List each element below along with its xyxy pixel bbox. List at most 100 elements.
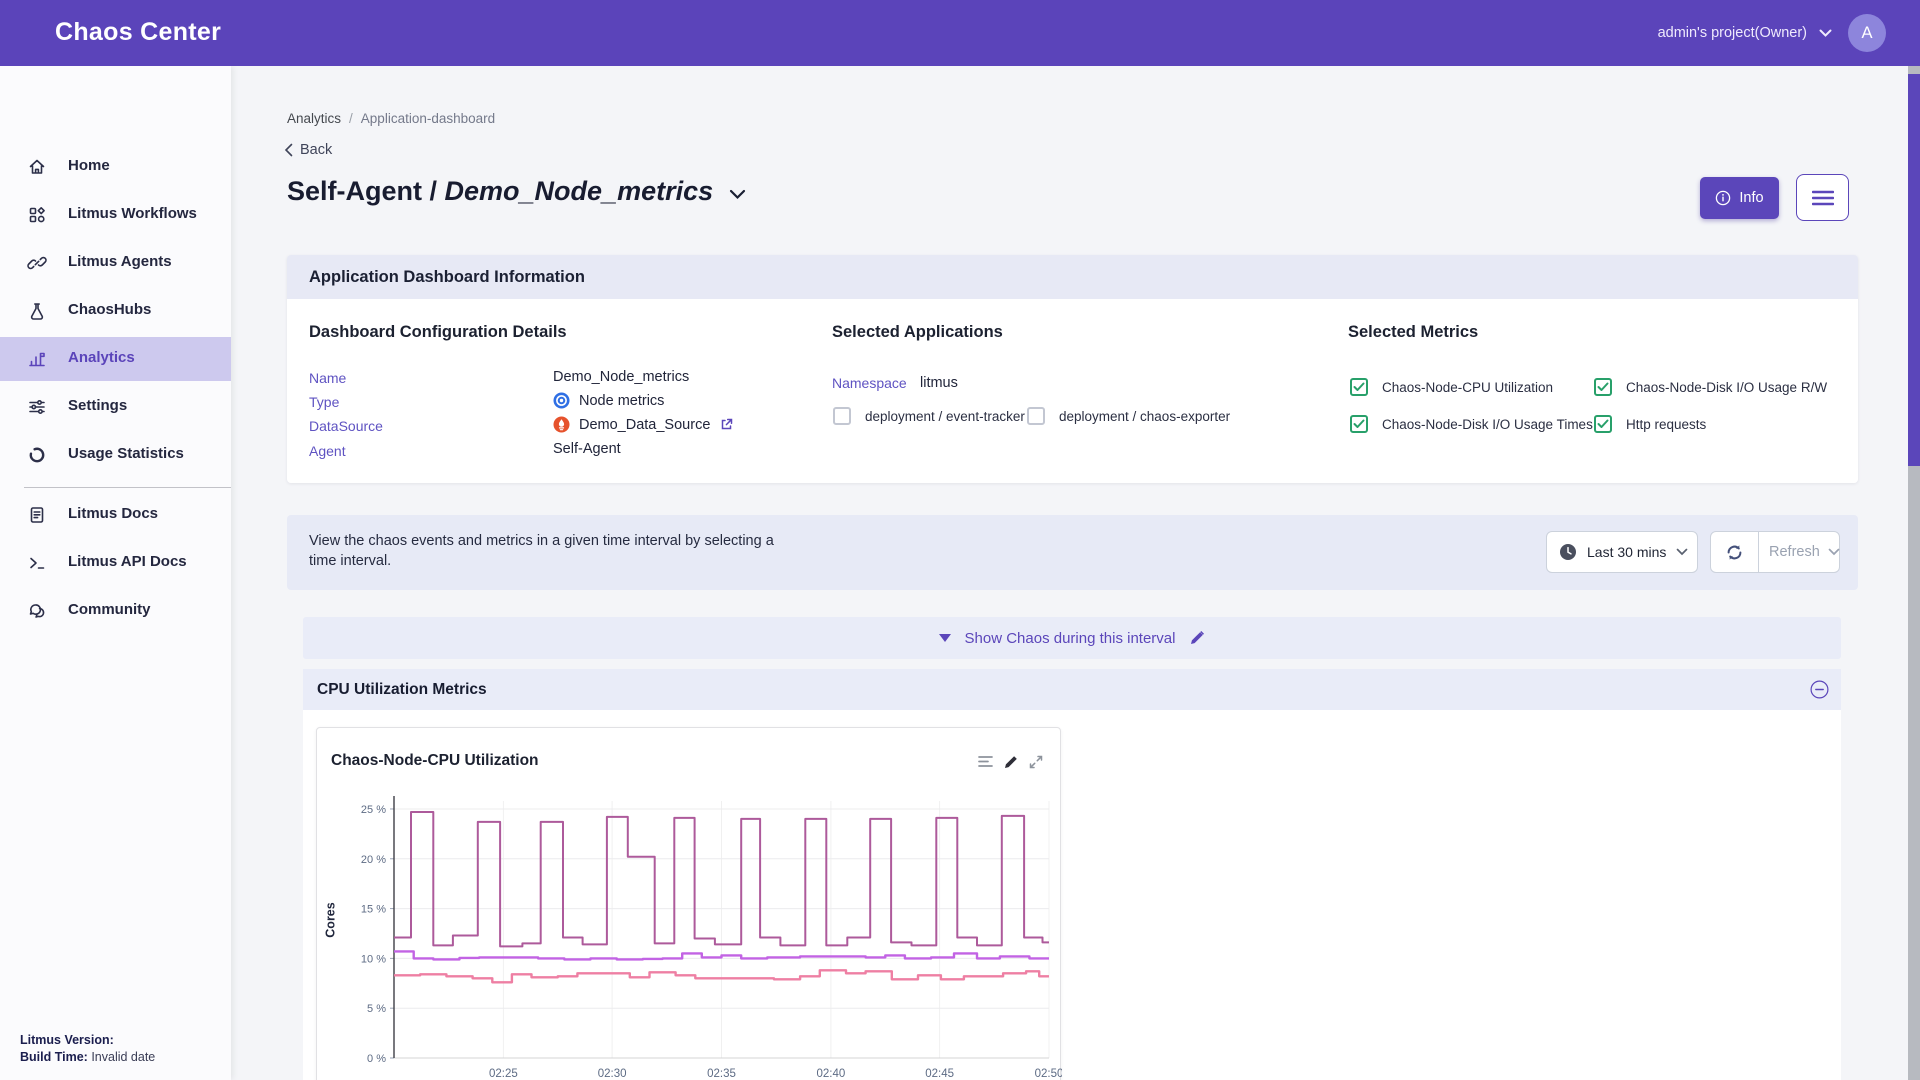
svg-text:15 %: 15 % xyxy=(361,904,386,916)
hamburger-icon xyxy=(1812,190,1834,206)
dashboard-menu-button[interactable] xyxy=(1796,174,1849,221)
project-selector-label: admin's project(Owner) xyxy=(1658,25,1807,41)
config-details-title: Dashboard Configuration Details xyxy=(309,323,567,342)
datasource-label: DataSource xyxy=(309,418,383,434)
panel-header: Application Dashboard Information xyxy=(287,255,1858,299)
info-icon xyxy=(1715,190,1731,206)
interval-description: View the chaos events and metrics in a g… xyxy=(309,531,779,571)
svg-text:02:40: 02:40 xyxy=(816,1068,845,1080)
analytics-icon xyxy=(27,349,47,369)
avatar[interactable]: A xyxy=(1848,14,1886,52)
sidebar-item-community[interactable]: Community xyxy=(0,589,231,633)
namespace-value: litmus xyxy=(920,375,958,391)
project-selector[interactable]: admin's project(Owner) xyxy=(1658,25,1832,41)
sidebar-item-litmus-api-docs[interactable]: Litmus API Docs xyxy=(0,541,231,585)
selected-metrics-title: Selected Metrics xyxy=(1348,323,1478,342)
cpu-utilization-chart[interactable]: 02:25 02:30 02:35 02:40 02:45 02:50 0 % 5 % 10 %… xyxy=(317,728,1062,1080)
svg-text:02:25: 02:25 xyxy=(489,1068,518,1080)
agent-label: Agent xyxy=(309,443,346,459)
back-chevron-icon xyxy=(284,143,293,157)
build-value: Invalid date xyxy=(91,1050,155,1064)
svg-text:5 %: 5 % xyxy=(367,1003,386,1015)
scrollbar-thumb[interactable] xyxy=(1908,74,1920,466)
breadcrumb: Analytics / Application-dashboard xyxy=(287,111,495,126)
sidebar-footer: Litmus Version: Build Time: Invalid date xyxy=(20,1032,155,1066)
cpu-chart-card: Chaos-Node-CPU Utilization Cores 02:2502… xyxy=(316,727,1061,1080)
breadcrumb-separator: / xyxy=(349,111,353,126)
svg-text:02:50: 02:50 xyxy=(1035,1068,1062,1080)
terminal-icon xyxy=(27,553,47,573)
svg-text:02:35: 02:35 xyxy=(707,1068,736,1080)
refresh-now-button[interactable] xyxy=(1710,531,1759,573)
document-icon xyxy=(27,505,47,525)
cpu-section-title: CPU Utilization Metrics xyxy=(317,681,487,699)
namespace-label: Namespace xyxy=(832,375,907,391)
metric-option: Http requests xyxy=(1594,415,1706,433)
sync-icon xyxy=(1724,542,1745,563)
show-chaos-toggle[interactable]: Show Chaos during this interval xyxy=(303,617,1841,659)
checkbox-unchecked[interactable] xyxy=(833,407,851,425)
svg-text:02:45: 02:45 xyxy=(925,1068,954,1080)
title-chevron-down-icon[interactable] xyxy=(729,189,746,200)
refresh-rate-select[interactable]: Refresh xyxy=(1758,531,1840,573)
cpu-utilization-section-body: Chaos-Node-CPU Utilization Cores 02:2502… xyxy=(303,710,1841,1080)
build-label: Build Time: xyxy=(20,1050,88,1064)
type-label: Type xyxy=(309,394,339,410)
checkbox-checked[interactable] xyxy=(1594,415,1612,433)
usage-ring-icon xyxy=(27,445,47,465)
application-dashboard-information-panel: Application Dashboard Information Dashbo… xyxy=(287,255,1858,483)
checkbox-checked[interactable] xyxy=(1350,378,1368,396)
home-icon xyxy=(27,157,47,177)
svg-text:20 %: 20 % xyxy=(361,854,386,866)
dashboard-name: Demo_Node_metrics xyxy=(445,176,714,206)
svg-text:10 %: 10 % xyxy=(361,953,386,965)
chat-bubbles-icon xyxy=(27,601,47,621)
time-interval-bar: View the chaos events and metrics in a g… xyxy=(287,515,1858,590)
collapse-section-icon[interactable] xyxy=(1810,680,1829,699)
cpu-utilization-section-header: CPU Utilization Metrics xyxy=(303,669,1841,710)
svg-text:0 %: 0 % xyxy=(367,1053,386,1065)
chevron-down-icon xyxy=(1828,548,1840,556)
info-button[interactable]: Info xyxy=(1700,177,1779,219)
sidebar: Home Litmus Workflows Litmus Agents Chao… xyxy=(0,66,231,1080)
sidebar-item-settings[interactable]: Settings xyxy=(0,385,231,429)
node-metrics-icon xyxy=(553,392,570,409)
clock-icon xyxy=(1559,543,1577,561)
datasource-value: Demo_Data_Source xyxy=(553,416,734,433)
sidebar-item-chaoshubs[interactable]: ChaosHubs xyxy=(0,289,231,333)
metric-option: Chaos-Node-Disk I/O Usage Times xyxy=(1350,415,1593,433)
metric-option: Chaos-Node-Disk I/O Usage R/W xyxy=(1594,378,1827,396)
name-label: Name xyxy=(309,370,346,386)
checkbox-checked[interactable] xyxy=(1594,378,1612,396)
application-option-chaos-exporter: deployment / chaos-exporter xyxy=(1027,407,1230,425)
app-title: Chaos Center xyxy=(55,18,221,47)
flask-icon xyxy=(27,301,47,321)
metric-option: Chaos-Node-CPU Utilization xyxy=(1350,378,1553,396)
external-link-icon[interactable] xyxy=(719,417,734,432)
breadcrumb-application-dashboard: Application-dashboard xyxy=(361,111,495,126)
agent-value: Self-Agent xyxy=(553,441,621,457)
checkbox-unchecked[interactable] xyxy=(1027,407,1045,425)
version-label: Litmus Version: xyxy=(20,1033,114,1047)
svg-text:25 %: 25 % xyxy=(361,804,386,816)
page-title: Self-Agent / Demo_Node_metrics xyxy=(287,176,713,207)
sidebar-item-usage-statistics[interactable]: Usage Statistics xyxy=(0,433,231,477)
top-header: Chaos Center admin's project(Owner) A xyxy=(0,0,1920,66)
checkbox-checked[interactable] xyxy=(1350,415,1368,433)
time-range-select[interactable]: Last 30 mins xyxy=(1546,531,1698,573)
back-button[interactable]: Back xyxy=(284,142,332,158)
breadcrumb-analytics[interactable]: Analytics xyxy=(287,111,341,126)
time-range-value: Last 30 mins xyxy=(1587,544,1666,560)
workflows-icon xyxy=(27,205,47,225)
sidebar-item-litmus-agents[interactable]: Litmus Agents xyxy=(0,241,231,285)
sidebar-item-litmus-workflows[interactable]: Litmus Workflows xyxy=(0,193,231,237)
edit-pencil-icon[interactable] xyxy=(1189,630,1205,646)
prometheus-icon xyxy=(553,416,570,433)
sidebar-item-litmus-docs[interactable]: Litmus Docs xyxy=(0,493,231,537)
type-value: Node metrics xyxy=(553,392,664,409)
caret-down-icon xyxy=(939,634,951,642)
sidebar-item-analytics[interactable]: Analytics xyxy=(0,337,231,381)
svg-text:02:30: 02:30 xyxy=(598,1068,627,1080)
name-value: Demo_Node_metrics xyxy=(553,369,689,385)
sidebar-item-home[interactable]: Home xyxy=(0,145,231,189)
